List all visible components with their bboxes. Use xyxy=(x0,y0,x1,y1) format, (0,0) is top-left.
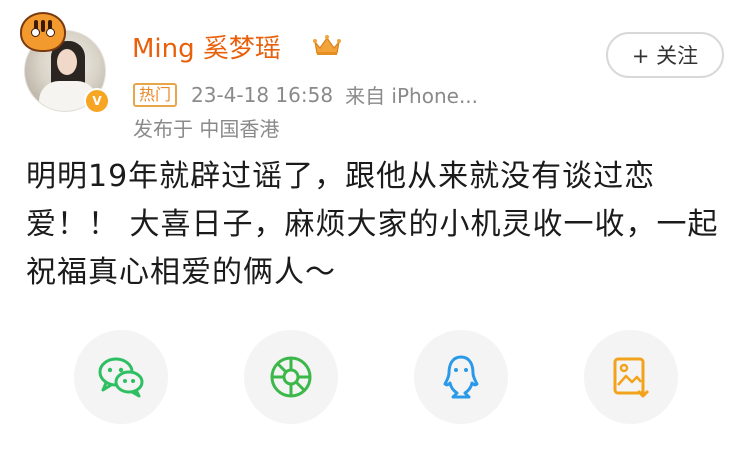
post-time: 23-4-18 16:58 xyxy=(191,82,334,107)
share-wechat-button[interactable] xyxy=(74,330,168,424)
post-source: 来自 iPhone... xyxy=(345,84,479,108)
tiger-pendant-icon xyxy=(20,12,66,52)
wechat-icon xyxy=(98,357,144,398)
moments-icon xyxy=(270,356,312,398)
crown-icon xyxy=(313,35,341,55)
share-moments-button[interactable] xyxy=(244,330,338,424)
qq-icon xyxy=(443,355,479,399)
post-location: 发布于 中国香港 xyxy=(133,117,280,141)
username[interactable]: Ming 奚梦瑶 xyxy=(132,28,281,65)
share-qq-button[interactable] xyxy=(414,330,508,424)
save-image-button[interactable] xyxy=(584,330,678,424)
post-text: 明明19年就辟过谣了，跟他从来就没有谈过恋爱！！ 大喜日子，麻烦大家的小机灵收一… xyxy=(26,159,719,290)
post-meta: 热门 23-4-18 16:58 来自 iPhone... xyxy=(133,80,478,109)
verified-badge-icon: V xyxy=(84,88,110,114)
follow-label: + 关注 xyxy=(631,44,699,68)
hot-tag[interactable]: 热门 xyxy=(133,82,178,107)
save-image-icon xyxy=(613,357,650,398)
avatar-container[interactable]: V xyxy=(20,12,112,114)
follow-button[interactable]: + 关注 xyxy=(606,32,724,78)
